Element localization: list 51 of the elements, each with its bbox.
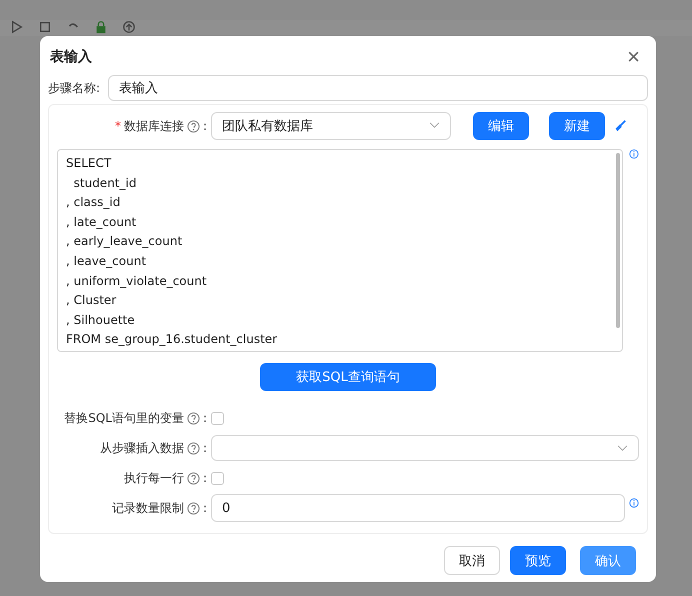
upload-icon[interactable] [122,20,136,34]
connection-select[interactable]: 团队私有数据库 [211,112,451,140]
footer-button[interactable]: 取消 [444,546,500,575]
step-name-label: 步骤名称: [48,80,102,96]
sql-line: FROM se_group_16.student_cluster [66,331,278,348]
help-icon[interactable] [186,412,200,424]
step-name-field[interactable]: 表输入 [108,75,648,101]
sql-line: , uniform_violate_count [66,272,208,290]
sql-line: , leave_count [66,252,148,270]
info-icon[interactable] [629,149,639,159]
colon: : [202,411,207,425]
help-icon[interactable] [186,472,200,484]
sql-line: , Silhouette [66,312,136,329]
help-icon[interactable] [186,120,200,132]
chevron-down-icon [429,122,440,129]
checkbox[interactable] [211,472,224,484]
connection-label: 数据库连接 [124,118,184,134]
close-button[interactable]: × [619,47,648,67]
chevron-down-icon [617,445,628,452]
sql-line: , late_count [66,214,138,231]
stop-icon[interactable] [38,20,52,34]
help-icon[interactable] [186,502,200,514]
checkbox[interactable] [211,412,224,424]
field-label: 记录数量限制 [112,500,184,516]
connection-button[interactable]: 新建 [549,112,605,140]
scrollbar[interactable] [616,153,620,328]
colon: : [202,119,207,133]
lock-icon[interactable] [94,20,108,34]
field-label: 执行每一行 [124,470,184,486]
sql-editor[interactable]: SELECT student_id , class_id , late_count , early_leave_count , leave_count , uniform_violate_count , Cluster , Silhouette FROM se_group_16.student_cluster [57,149,624,352]
info-icon[interactable] [629,498,639,508]
field-label: 从步骤插入数据 [100,440,184,456]
field-label: 替换SQL语句里的变量 [64,410,184,426]
required-mark: * [114,119,121,133]
footer-button[interactable]: 确认 [580,546,636,575]
connection-button[interactable]: 编辑 [473,112,529,140]
limit-field[interactable]: 0 [211,494,625,522]
sql-line: , Cluster [66,292,118,310]
select-field[interactable] [211,435,639,461]
dialog-title: 表输入 [50,48,92,66]
play-icon[interactable] [10,20,24,34]
footer-button[interactable]: 预览 [510,546,566,575]
sql-line: student_id [72,174,138,192]
colon: : [202,441,207,455]
get-sql-button[interactable]: 获取SQL查询语句 [260,363,436,391]
sql-line: , class_id [66,194,122,212]
sql-line: SELECT [66,155,112,172]
colon: : [202,471,207,485]
colon: : [202,501,207,515]
sql-line: , early_leave_count [66,233,184,250]
help-icon[interactable] [186,442,200,454]
